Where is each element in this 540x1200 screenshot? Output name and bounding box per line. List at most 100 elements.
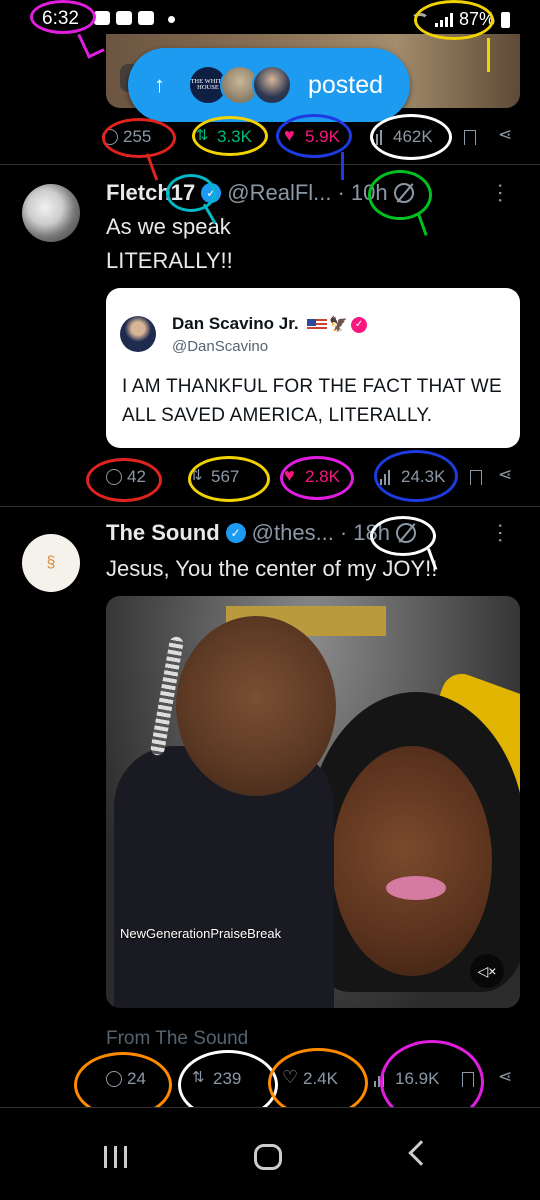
notification-icons [94,11,154,25]
separator: · [337,180,345,205]
avatar[interactable] [22,184,80,242]
pill-avatars: THE WHITE HOUSE [188,65,292,105]
tweet-text-line: As we speak [106,214,231,239]
back-icon[interactable] [408,1140,434,1166]
repost-icon [190,466,206,485]
tweet-header: Fletch17 ✓ @RealFl... · 10h [106,180,414,206]
like-button[interactable]: 2.8K [284,465,340,487]
sound-logo-icon: § [46,554,56,571]
video-frame [176,616,336,796]
reply-button[interactable]: 24 [106,1069,146,1089]
home-icon[interactable] [254,1144,282,1170]
more-options-icon[interactable]: ··· [488,522,514,544]
heart-icon [284,125,300,146]
share-icon [498,125,514,145]
divider [0,506,540,507]
repost-button[interactable]: 567 [190,466,239,487]
quote-handle: @DanScavino [172,338,269,355]
views-icon [380,469,396,485]
display-name[interactable]: The Sound [106,520,220,546]
avatar[interactable]: § [22,534,80,592]
reply-button[interactable]: 42 [106,467,146,487]
video-frame [386,876,446,900]
quote-avatar [120,316,156,352]
handle[interactable]: @thes... [252,520,334,546]
recents-icon[interactable] [104,1146,127,1168]
share-button[interactable] [498,1067,514,1087]
views-icon [374,1071,390,1087]
repost-icon [196,126,212,145]
battery-percent: 87% [458,9,495,29]
mute-icon[interactable]: ◁× [470,954,504,988]
new-posts-pill[interactable]: ↑ THE WHITE HOUSE posted [128,48,410,122]
message-icon [94,11,110,25]
avatar [252,65,292,105]
tweet-text: Jesus, You the center of my JOY!! [106,556,438,581]
separator: · [339,520,348,545]
arrow-up-icon: ↑ [154,72,165,97]
heart-icon [284,465,300,486]
pill-label: posted [308,70,384,99]
tweet-actions: 255 3.3K 5.9K 462K [96,122,526,152]
like-button[interactable]: 5.9K [284,125,340,147]
timestamp[interactable]: 18h [353,520,390,546]
quote-text: I AM THANKFUL FOR THE FACT THAT WE ALL S… [122,376,502,426]
bookmark-icon [470,469,482,485]
quote-author: Dan Scavino Jr. 🦅 ✓ [172,314,368,334]
bookmark-icon [462,1071,474,1087]
battery-icon [501,11,510,28]
tweet-header: The Sound ✓ @thes... · 18h [106,520,416,546]
views-button[interactable]: 24.3K [380,467,445,487]
handle[interactable]: @RealFl... [227,180,331,206]
system-navigation-bar [0,1107,540,1200]
status-time: 6:32 [42,8,79,29]
reply-icon [106,1071,122,1087]
tweet-fletch17[interactable]: Fletch17 ✓ @RealFl... · 10h ··· As we sp… [0,166,540,506]
notification-dot-icon [168,16,175,23]
image-icon [116,11,132,25]
repost-button[interactable]: 3.3K [196,126,252,147]
video-frame [332,746,492,976]
bookmark-button[interactable] [470,469,482,485]
wifi-icon [410,12,429,27]
tweet-the-sound[interactable]: § The Sound ✓ @thes... · 18h ··· Jesus, … [0,508,540,1106]
share-button[interactable] [498,125,514,145]
signal-icon [434,12,453,27]
bookmark-button[interactable] [462,1071,474,1087]
views-icon [372,129,388,145]
tweet-actions: 24 239 2.4K 16.9K [96,1064,526,1094]
verified-badge-icon: ✓ [225,523,246,543]
video-watermark: NewGenerationPraiseBreak [120,926,282,941]
quote-display-name: Dan Scavino Jr. [172,314,299,333]
like-button[interactable]: 2.4K [282,1067,338,1089]
verified-badge-icon: ✓ [351,316,368,333]
views-button[interactable]: 16.9K [374,1069,439,1089]
more-options-icon[interactable]: ··· [488,182,514,204]
tweet-video[interactable]: NewGenerationPraiseBreak ◁× [106,596,520,1008]
share-icon [498,1067,514,1087]
bookmark-icon [464,129,476,145]
divider [0,164,540,165]
system-indicators: 87% [410,9,510,30]
reply-button[interactable]: 255 [102,127,151,147]
repost-button[interactable]: 239 [192,1068,241,1089]
tweet-text-line: LITERALLY!! [106,248,233,273]
quoted-tweet[interactable]: Dan Scavino Jr. 🦅 ✓ @DanScavino I AM THAN… [106,288,520,448]
heart-icon [282,1067,298,1088]
repost-icon [192,1068,208,1087]
tweet-text: As we speak LITERALLY!! [106,210,233,278]
from-label[interactable]: From The Sound [106,1028,248,1050]
timestamp[interactable]: 10h [351,180,388,206]
reply-icon [106,469,122,485]
tweet-actions: 42 567 2.8K 24.3K [96,462,526,492]
display-name[interactable]: Fletch17 [106,180,195,206]
reply-icon [102,129,118,145]
grok-icon[interactable] [393,183,414,203]
bookmark-button[interactable] [464,129,476,145]
eagle-icon: 🦅 [329,316,349,333]
us-flag-icon [307,318,328,331]
grok-icon[interactable] [395,523,416,543]
share-button[interactable] [498,465,514,485]
calendar-icon [138,11,154,25]
views-button[interactable]: 462K [372,127,433,147]
